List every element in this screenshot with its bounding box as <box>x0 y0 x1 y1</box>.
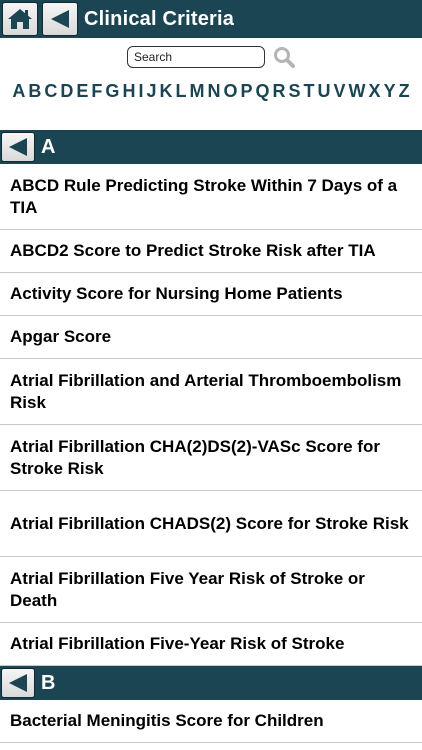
back-arrow-icon <box>9 138 27 156</box>
alphabet-letter-v[interactable]: V <box>334 80 346 102</box>
section-letter: B <box>41 671 56 694</box>
alphabet-letter-k[interactable]: K <box>159 80 172 102</box>
alphabet-letter-i[interactable]: I <box>138 80 143 102</box>
alphabet-letter-t[interactable]: T <box>304 80 315 102</box>
alphabet-letter-u[interactable]: U <box>318 80 331 102</box>
back-arrow-icon <box>51 10 69 28</box>
alphabet-index: ABCDEFGHIJKLMNOPQRSTUVWXYZ <box>0 78 422 128</box>
page-title: Clinical Criteria <box>84 7 235 30</box>
home-icon <box>8 9 32 29</box>
alphabet-letter-z[interactable]: Z <box>399 80 410 102</box>
list-item-label: Atrial Fibrillation Five-Year Risk of St… <box>10 634 345 653</box>
alphabet-letter-w[interactable]: W <box>349 80 366 102</box>
section-back-button[interactable] <box>1 132 35 162</box>
list-item-label: ABCD2 Score to Predict Stroke Risk after… <box>10 241 376 260</box>
section-header-b: B <box>0 666 422 700</box>
list-item-label: Atrial Fibrillation CHADS(2) Score for S… <box>10 513 409 533</box>
alphabet-letter-f[interactable]: F <box>91 80 102 102</box>
alphabet-letter-n[interactable]: N <box>207 80 220 102</box>
list-item-label: Bacterial Meningitis Score for Children <box>10 711 324 730</box>
list-item[interactable]: Bacterial Meningitis Score for Children <box>0 700 422 743</box>
alphabet-letter-h[interactable]: H <box>122 80 135 102</box>
alphabet-letter-b[interactable]: B <box>28 80 41 102</box>
criteria-list-b: Bacterial Meningitis Score for Children <box>0 700 422 743</box>
list-item[interactable]: Activity Score for Nursing Home Patients <box>0 273 422 316</box>
list-item-label: Activity Score for Nursing Home Patients <box>10 284 343 303</box>
alphabet-letter-r[interactable]: R <box>273 80 286 102</box>
search-icon[interactable] <box>273 46 295 68</box>
alphabet-letter-e[interactable]: E <box>76 80 88 102</box>
alphabet-letter-d[interactable]: D <box>60 80 73 102</box>
list-item[interactable]: Apgar Score <box>0 316 422 359</box>
alphabet-letter-x[interactable]: X <box>369 80 381 102</box>
alphabet-letter-y[interactable]: Y <box>384 80 396 102</box>
section-letter: A <box>41 135 56 158</box>
alphabet-letter-g[interactable]: G <box>105 80 119 102</box>
criteria-list-a: ABCD Rule Predicting Stroke Within 7 Day… <box>0 164 422 666</box>
list-item[interactable]: Atrial Fibrillation Five-Year Risk of St… <box>0 623 422 666</box>
alphabet-letter-q[interactable]: Q <box>256 80 270 102</box>
alphabet-letter-j[interactable]: J <box>146 80 156 102</box>
alphabet-letter-o[interactable]: O <box>223 80 237 102</box>
list-item-label: Atrial Fibrillation CHA(2)DS(2)-VASc Sco… <box>10 436 380 478</box>
list-item[interactable]: ABCD Rule Predicting Stroke Within 7 Day… <box>0 164 422 230</box>
search-bar <box>0 38 422 76</box>
section-header-a: A <box>0 130 422 164</box>
search-input[interactable] <box>127 46 265 68</box>
top-nav-bar: Clinical Criteria <box>0 0 422 38</box>
alphabet-letter-s[interactable]: S <box>289 80 301 102</box>
alphabet-letter-a[interactable]: A <box>12 80 25 102</box>
alphabet-letter-m[interactable]: M <box>189 80 204 102</box>
home-button[interactable] <box>2 2 38 36</box>
list-item[interactable]: ABCD2 Score to Predict Stroke Risk after… <box>0 230 422 273</box>
list-item[interactable]: Atrial Fibrillation and Arterial Thrombo… <box>0 359 422 425</box>
list-item[interactable]: Atrial Fibrillation CHADS(2) Score for S… <box>0 491 422 557</box>
list-item-label: ABCD Rule Predicting Stroke Within 7 Day… <box>10 175 398 217</box>
section-back-button[interactable] <box>1 668 35 698</box>
list-item-label: Apgar Score <box>10 327 112 346</box>
list-item-label: Atrial Fibrillation and Arterial Thrombo… <box>10 370 402 412</box>
alphabet-letter-c[interactable]: C <box>44 80 57 102</box>
list-item[interactable]: Atrial Fibrillation Five Year Risk of St… <box>0 557 422 623</box>
alphabet-letter-l[interactable]: L <box>175 80 186 102</box>
list-item-label: Atrial Fibrillation Five Year Risk of St… <box>10 568 365 610</box>
list-item[interactable]: Atrial Fibrillation CHA(2)DS(2)-VASc Sco… <box>0 425 422 491</box>
alphabet-letter-p[interactable]: P <box>240 80 252 102</box>
back-arrow-icon <box>9 674 27 692</box>
back-button[interactable] <box>42 2 78 36</box>
